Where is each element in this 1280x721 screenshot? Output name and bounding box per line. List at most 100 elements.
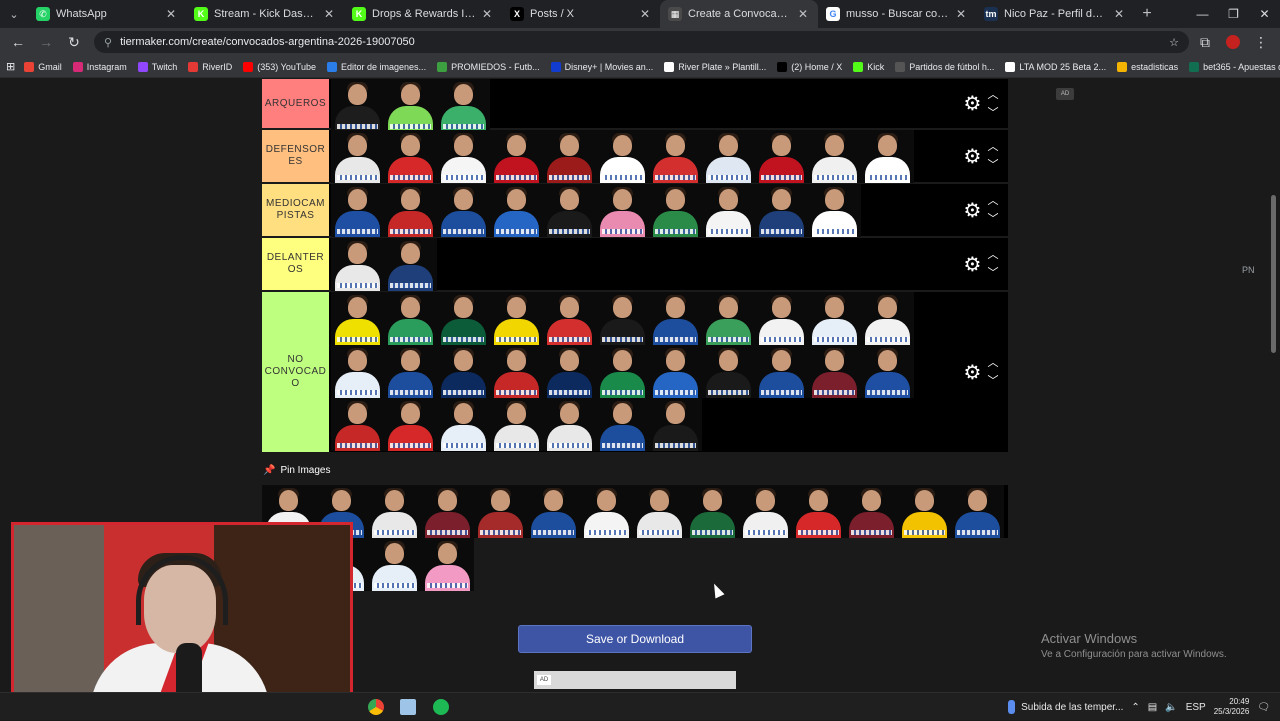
player-card[interactable] (331, 79, 384, 132)
weather-widget[interactable]: Subida de las temper... (1008, 700, 1123, 714)
gear-icon[interactable]: ⚙ (964, 91, 982, 116)
pool-player-card[interactable] (633, 485, 686, 538)
move-up-icon[interactable]: ︿ (987, 192, 998, 210)
tier-label[interactable]: DEFENSOR ES (262, 130, 329, 182)
pool-player-card[interactable] (527, 485, 580, 538)
bookmark-star-icon[interactable]: ☆ (1169, 36, 1179, 49)
player-card[interactable] (543, 292, 596, 345)
bookmark-item[interactable]: bet365 - Apuestas d... (1189, 61, 1280, 72)
page-scrollbar[interactable] (1271, 195, 1276, 353)
player-card[interactable] (702, 184, 755, 237)
player-card[interactable] (861, 292, 914, 345)
player-card[interactable] (437, 345, 490, 398)
move-down-icon[interactable]: ﹀ (987, 372, 998, 390)
menu-icon[interactable]: ⋮ (1249, 30, 1273, 54)
browser-tab[interactable]: ✆ WhatsApp ✕ (28, 0, 186, 28)
browser-tab[interactable]: tm Nico Paz - Perfil del jugador 25 ✕ (976, 0, 1134, 28)
player-card[interactable] (808, 345, 861, 398)
player-card[interactable] (437, 79, 490, 132)
move-down-icon[interactable]: ﹀ (987, 210, 998, 228)
bookmark-item[interactable]: estadisticas (1117, 61, 1178, 72)
move-down-icon[interactable]: ﹀ (987, 104, 998, 122)
player-card[interactable] (384, 345, 437, 398)
bookmark-item[interactable]: PROMIEDOS - Futb... (437, 61, 540, 72)
move-down-icon[interactable]: ﹀ (987, 264, 998, 282)
player-card[interactable] (702, 292, 755, 345)
move-down-icon[interactable]: ﹀ (987, 156, 998, 174)
player-card[interactable] (331, 238, 384, 291)
tray-chevron-icon[interactable]: ⌃ (1131, 702, 1139, 713)
bookmark-item[interactable]: Twitch (137, 61, 177, 72)
gear-icon[interactable]: ⚙ (964, 144, 982, 169)
tier-label[interactable]: NO CONVOCAD O (262, 292, 329, 452)
apps-icon[interactable]: ⊞ (6, 60, 15, 73)
close-tab-icon[interactable]: ✕ (166, 7, 178, 21)
chrome-taskbar-icon[interactable] (368, 699, 384, 715)
bookmark-item[interactable]: Editor de imagenes... (327, 61, 426, 72)
player-card[interactable] (649, 130, 702, 183)
url-text[interactable]: tiermaker.com/create/convocados-argentin… (120, 36, 1161, 48)
player-card[interactable] (437, 184, 490, 237)
browser-tab[interactable]: ▦ Create a Convocados Argentina ✕ (660, 0, 818, 28)
pool-player-card[interactable] (421, 538, 474, 591)
player-card[interactable] (490, 398, 543, 451)
profile-avatar[interactable] (1221, 30, 1245, 54)
ad-banner[interactable]: AD (534, 671, 736, 689)
reload-icon[interactable]: ↻ (62, 30, 86, 54)
player-card[interactable] (596, 398, 649, 451)
player-card[interactable] (543, 130, 596, 183)
pool-player-card[interactable] (421, 485, 474, 538)
close-window-icon[interactable]: ✕ (1249, 0, 1280, 28)
player-card[interactable] (808, 292, 861, 345)
player-card[interactable] (649, 184, 702, 237)
tab-search-icon[interactable]: ⌄ (0, 0, 28, 28)
player-card[interactable] (755, 130, 808, 183)
bookmark-item[interactable]: LTA MOD 25 Beta 2... (1005, 61, 1106, 72)
player-card[interactable] (808, 184, 861, 237)
move-up-icon[interactable]: ︿ (987, 138, 998, 156)
player-card[interactable] (384, 130, 437, 183)
player-card[interactable] (384, 238, 437, 291)
pool-player-card[interactable] (686, 485, 739, 538)
close-tab-icon[interactable]: ✕ (956, 7, 968, 21)
player-card[interactable] (755, 184, 808, 237)
player-card[interactable] (649, 292, 702, 345)
player-card[interactable] (596, 345, 649, 398)
player-card[interactable] (543, 345, 596, 398)
close-tab-icon[interactable]: ✕ (324, 7, 336, 21)
bookmark-item[interactable]: Gmail (24, 61, 62, 72)
volume-icon[interactable]: 🔈 (1165, 702, 1177, 713)
pool-player-card[interactable] (474, 485, 527, 538)
pool-player-card[interactable] (739, 485, 792, 538)
pool-player-card[interactable] (580, 485, 633, 538)
ad-badge[interactable]: AD (1056, 88, 1074, 100)
player-card[interactable] (331, 184, 384, 237)
bookmark-item[interactable]: Disney+ | Movies an... (550, 61, 653, 72)
player-card[interactable] (384, 79, 437, 132)
browser-tab[interactable]: Gmusso - Buscar con Google ✕ (818, 0, 976, 28)
extensions-icon[interactable]: ⧉ (1193, 30, 1217, 54)
player-card[interactable] (331, 292, 384, 345)
bookmark-item[interactable]: RiverID (188, 61, 232, 72)
network-icon[interactable]: ▤ (1148, 702, 1157, 713)
bookmark-item[interactable]: (353) YouTube (243, 61, 316, 72)
gear-icon[interactable]: ⚙ (964, 360, 982, 385)
player-card[interactable] (490, 292, 543, 345)
pool-player-card[interactable] (845, 485, 898, 538)
bookmark-item[interactable]: Kick (853, 61, 884, 72)
player-card[interactable] (596, 184, 649, 237)
gear-icon[interactable]: ⚙ (964, 252, 982, 277)
player-card[interactable] (437, 292, 490, 345)
player-card[interactable] (490, 130, 543, 183)
new-tab-button[interactable]: + (1134, 5, 1160, 23)
save-or-download-button[interactable]: Save or Download (518, 625, 752, 653)
maximize-icon[interactable]: ❐ (1218, 0, 1249, 28)
tier-label[interactable]: ARQUEROS (262, 79, 329, 128)
player-card[interactable] (331, 345, 384, 398)
browser-tab[interactable]: X Posts / X ✕ (502, 0, 660, 28)
player-card[interactable] (808, 130, 861, 183)
close-tab-icon[interactable]: ✕ (1114, 7, 1126, 21)
player-card[interactable] (649, 398, 702, 451)
minimize-icon[interactable]: — (1187, 0, 1218, 28)
omnibox[interactable]: ⚲ tiermaker.com/create/convocados-argent… (94, 31, 1189, 53)
